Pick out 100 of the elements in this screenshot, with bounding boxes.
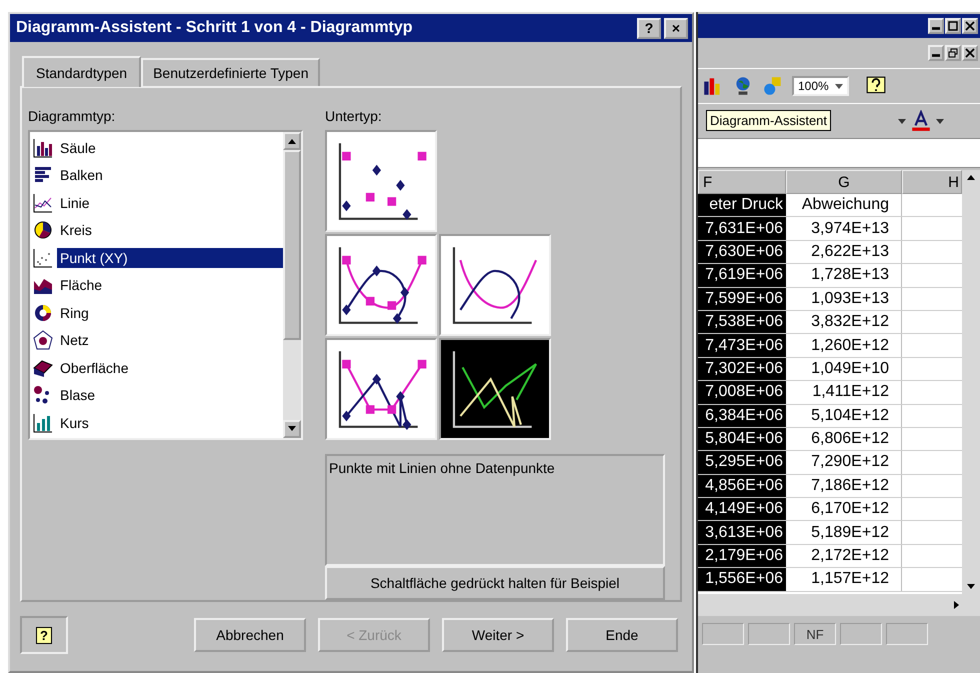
table-cell: 5,104E+12 [786,404,902,427]
restore-icon [948,48,958,58]
list-item[interactable]: Fläche [30,272,283,299]
table-cell: 1,411E+12 [786,381,902,404]
maximize-button[interactable] [945,18,961,34]
caret-icon[interactable] [898,118,906,124]
status-panel [840,623,882,645]
description-text: Punkte mit Linien ohne Datenpunkte [329,460,555,476]
subtype-label: Untertyp: [325,108,383,126]
chart-type-label: Diagrammtyp: [28,108,116,126]
help-button[interactable]: ? [637,18,661,38]
scroll-up-icon[interactable] [287,138,297,144]
table-cell: 2,172E+12 [786,544,902,568]
restore-button[interactable] [945,45,961,61]
table-cell: 5,189E+12 [786,521,902,544]
scrollbar[interactable] [283,132,301,438]
caret-icon[interactable] [936,118,944,124]
list-item[interactable]: Ring [30,299,283,326]
close-icon [965,48,975,58]
scroll-down-icon[interactable] [287,426,297,432]
table-cell: 7,538E+06 [698,310,786,334]
table-cell: 7,008E+06 [698,381,786,404]
list-item[interactable]: Netz [30,326,283,354]
table-cell: 2,179E+06 [698,544,786,568]
maximize-icon [948,21,958,31]
close-button[interactable] [962,18,978,34]
column-chart-icon [33,138,53,158]
table-cell: 1,556E+06 [698,568,786,591]
status-panel [886,623,928,645]
table-cell: 6,806E+12 [786,428,902,450]
list-item[interactable]: Säule [30,134,283,162]
table-cell: 3,974E+13 [786,217,902,240]
minimize-button[interactable] [928,45,944,61]
minimize-icon [932,27,940,30]
stock-chart-icon [33,412,53,433]
table-cell: 2,622E+13 [786,240,902,264]
scatter-chart-icon [33,248,53,268]
table-cell: 7,630E+06 [698,240,786,264]
scrollbar[interactable] [962,170,980,594]
minimize-icon [932,54,940,57]
table-cell: Abweichung [786,194,902,216]
list-item[interactable]: Balken [30,162,283,189]
window-title: Diagramm-Assistent - Schritt 1 von 4 - Diagrammtyp [16,19,413,37]
status-panel [702,623,744,645]
close-button[interactable] [962,45,978,61]
scroll-right-icon[interactable] [954,600,960,610]
minimize-button[interactable] [928,18,944,34]
table-cell: 3,613E+06 [698,521,786,544]
help-button[interactable]: ? [20,616,68,654]
table-cell: 6,384E+06 [698,404,786,427]
table-cell: 7,631E+06 [698,217,786,240]
scrollbar[interactable] [698,594,980,616]
help-icon: ? [36,626,52,644]
scroll-up-icon[interactable] [966,174,976,180]
line-chart-icon [33,192,53,213]
zoom-dropdown[interactable]: 100% [792,76,849,96]
caret-icon [834,84,843,88]
font-color-icon[interactable] [910,110,932,132]
table-cell: 1,157E+12 [786,568,902,591]
radar-chart-icon [33,330,53,350]
table-cell: 3,832E+12 [786,310,902,334]
preview-button[interactable]: Schaltfläche gedrückt halten für Beispiel [325,566,665,600]
tab[interactable]: Benutzerdefinierte Typen [141,58,320,86]
close-icon [965,21,975,31]
dialog-button[interactable]: Abbrechen [194,618,306,652]
close-button[interactable]: × [664,18,688,38]
table-cell: 5,295E+06 [698,451,786,474]
table-cell: 7,302E+06 [698,358,786,380]
table-cell: 1,093E+13 [786,288,902,310]
table-cell: 7,186E+12 [786,474,902,498]
list-item[interactable]: Linie [30,189,283,216]
table-cell: 7,473E+06 [698,334,786,357]
list-item[interactable]: Kreis [30,216,283,244]
donut-chart-icon [33,302,53,323]
tooltip: Diagramm-Assistent [706,110,832,131]
scroll-down-icon[interactable] [966,584,976,590]
surface-chart-icon [33,358,53,378]
table-cell: 5,804E+06 [698,428,786,450]
column-header[interactable]: F [698,170,786,194]
table-cell: 7,290E+12 [786,451,902,474]
status-indicator: NF [794,623,836,645]
table-cell: 4,856E+06 [698,474,786,498]
table-cell: 1,260E+12 [786,334,902,357]
tab[interactable]: Standardtypen [22,56,142,87]
table-cell: 7,619E+06 [698,264,786,287]
dialog-button[interactable]: Ende [566,618,678,652]
pie-chart-icon [33,220,53,240]
status-panel [748,623,790,645]
dialog-button[interactable]: Weiter > [442,618,554,652]
table-cell: 4,149E+06 [698,498,786,520]
list-item[interactable]: Oberfläche [30,354,283,382]
table-cell: 1,728E+13 [786,264,902,287]
list-item[interactable]: Kurs [30,409,283,436]
list-item[interactable]: Blase [30,382,283,409]
column-header[interactable]: G [786,170,902,194]
table-cell: 1,049E+10 [786,358,902,380]
table-cell: 6,170E+12 [786,498,902,520]
table-cell: eter Druck [698,194,786,216]
column-header[interactable]: H [902,170,962,194]
table-cell: 7,599E+06 [698,288,786,310]
